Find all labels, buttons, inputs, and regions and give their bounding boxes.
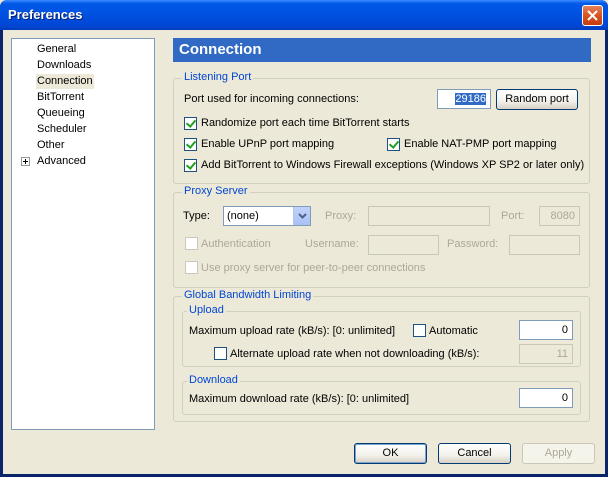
upload-title: Upload bbox=[187, 304, 226, 316]
password-input[interactable] bbox=[509, 235, 580, 255]
port-value: 29186 bbox=[455, 93, 486, 105]
tree-item-scheduler[interactable]: Scheduler bbox=[36, 122, 88, 137]
tree-item-bittorrent[interactable]: BitTorrent bbox=[36, 90, 85, 105]
bandwidth-group: Global Bandwidth Limiting Upload Maximum… bbox=[173, 289, 590, 422]
proxy-type-label: Type: bbox=[183, 210, 210, 222]
automatic-checkbox[interactable] bbox=[413, 324, 426, 337]
proxy-port-input[interactable]: 8080 bbox=[539, 206, 580, 226]
proxy-server-title: Proxy Server bbox=[182, 185, 250, 197]
firewall-label[interactable]: Add BitTorrent to Windows Firewall excep… bbox=[201, 159, 584, 171]
max-upload-label: Maximum upload rate (kB/s): [0: unlimite… bbox=[189, 325, 396, 337]
max-download-label: Maximum download rate (kB/s): [0: unlimi… bbox=[189, 393, 410, 405]
tree-item-connection[interactable]: Connection bbox=[36, 74, 94, 89]
randomize-port-checkbox[interactable] bbox=[184, 117, 197, 130]
password-label: Password: bbox=[447, 238, 499, 250]
preferences-window: Preferences General Downloads Connection… bbox=[0, 0, 608, 477]
dialog-body: General Downloads Connection BitTorrent … bbox=[3, 30, 605, 474]
listening-port-title: Listening Port bbox=[182, 71, 254, 83]
chevron-down-icon bbox=[298, 213, 307, 219]
proxy-p2p-checkbox[interactable] bbox=[185, 261, 198, 274]
proxy-p2p-label[interactable]: Use proxy server for peer-to-peer connec… bbox=[201, 262, 425, 274]
authentication-checkbox[interactable] bbox=[185, 237, 198, 250]
port-input[interactable]: 29186 bbox=[437, 89, 491, 109]
alternate-upload-input[interactable]: 11 bbox=[519, 344, 573, 364]
ok-button[interactable]: OK bbox=[354, 443, 427, 464]
proxy-port-label: Port: bbox=[501, 210, 525, 222]
upload-group: Upload Maximum upload rate (kB/s): [0: u… bbox=[182, 304, 581, 367]
authentication-label[interactable]: Authentication bbox=[201, 238, 271, 250]
download-group: Download Maximum download rate (kB/s): [… bbox=[182, 374, 581, 415]
bandwidth-title: Global Bandwidth Limiting bbox=[182, 289, 314, 301]
alternate-upload-label[interactable]: Alternate upload rate when not downloadi… bbox=[230, 348, 480, 360]
expand-plus-icon[interactable] bbox=[21, 157, 30, 166]
natpmp-label[interactable]: Enable NAT-PMP port mapping bbox=[404, 138, 556, 150]
proxy-type-value: (none) bbox=[227, 210, 259, 222]
tree-item-queueing[interactable]: Queueing bbox=[36, 106, 86, 121]
page-title: Connection bbox=[173, 38, 591, 62]
tree-item-other[interactable]: Other bbox=[36, 138, 66, 153]
category-tree[interactable]: General Downloads Connection BitTorrent … bbox=[11, 38, 155, 430]
close-icon bbox=[587, 10, 598, 21]
upnp-checkbox[interactable] bbox=[184, 138, 197, 151]
max-download-input[interactable]: 0 bbox=[519, 388, 573, 408]
proxy-host-label: Proxy: bbox=[325, 210, 357, 222]
natpmp-checkbox[interactable] bbox=[387, 138, 400, 151]
proxy-server-group: Proxy Server Type: (none) Proxy: Port: 8… bbox=[173, 185, 590, 288]
random-port-button[interactable]: Random port bbox=[496, 89, 578, 110]
proxy-host-input[interactable] bbox=[368, 206, 490, 226]
tree-item-general[interactable]: General bbox=[36, 42, 77, 57]
cancel-button[interactable]: Cancel bbox=[438, 443, 511, 464]
upnp-label[interactable]: Enable UPnP port mapping bbox=[201, 138, 334, 150]
window-title: Preferences bbox=[8, 7, 83, 22]
firewall-checkbox[interactable] bbox=[184, 159, 197, 172]
username-label: Username: bbox=[305, 238, 359, 250]
title-bar[interactable]: Preferences bbox=[0, 0, 608, 30]
close-button[interactable] bbox=[582, 5, 603, 26]
automatic-label[interactable]: Automatic bbox=[429, 325, 478, 337]
proxy-type-select[interactable]: (none) bbox=[223, 206, 311, 226]
dropdown-arrow[interactable] bbox=[293, 207, 310, 225]
alternate-upload-checkbox[interactable] bbox=[214, 347, 227, 360]
port-label: Port used for incoming connections: bbox=[184, 93, 359, 105]
tree-item-downloads[interactable]: Downloads bbox=[36, 58, 92, 73]
max-upload-input[interactable]: 0 bbox=[519, 320, 573, 340]
download-title: Download bbox=[187, 374, 240, 386]
listening-port-group: Listening Port Port used for incoming co… bbox=[173, 71, 590, 184]
username-input[interactable] bbox=[368, 235, 439, 255]
tree-item-advanced[interactable]: Advanced bbox=[36, 154, 87, 169]
randomize-port-label[interactable]: Randomize port each time BitTorrent star… bbox=[201, 117, 409, 129]
apply-button[interactable]: Apply bbox=[522, 443, 595, 464]
